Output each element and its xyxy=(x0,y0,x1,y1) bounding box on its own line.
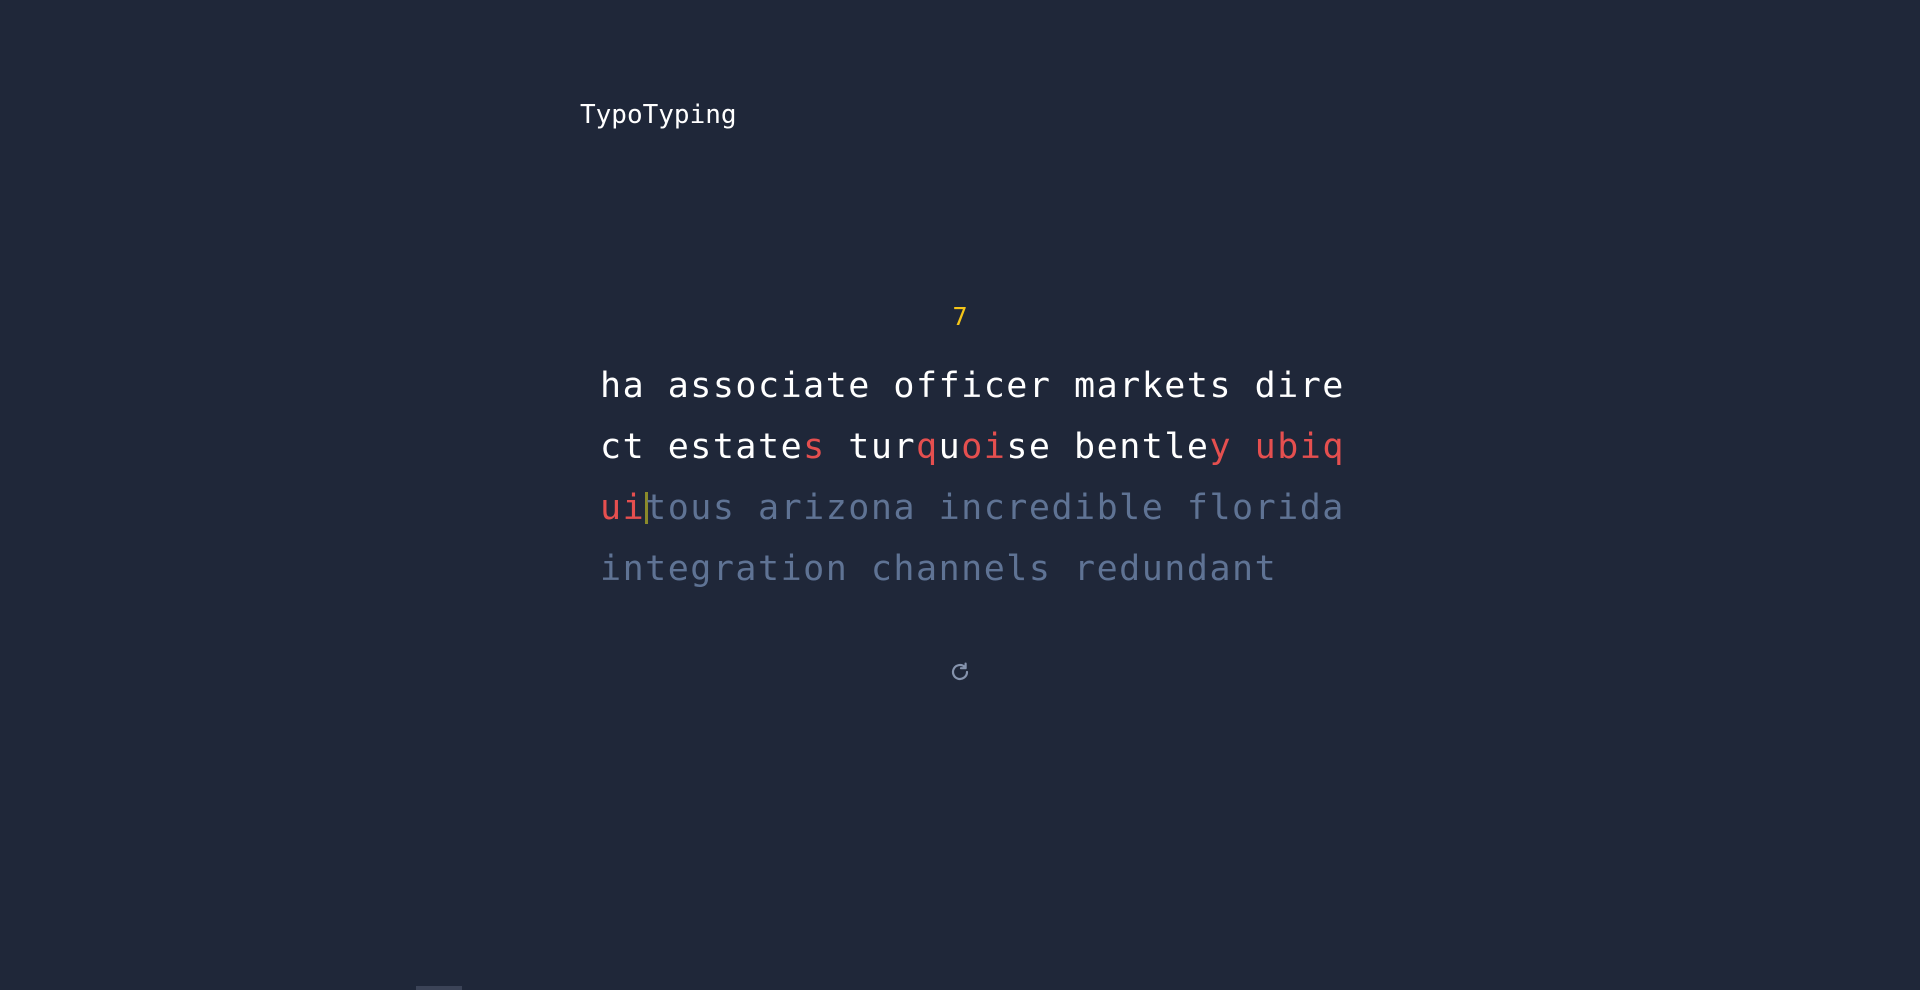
correct-text: u xyxy=(938,427,962,467)
pending-text: tous arizona incredible florida xyxy=(645,488,1345,528)
refresh-icon[interactable] xyxy=(948,660,972,684)
text-line: integration channels redundant xyxy=(600,539,1340,600)
correct-text: ct estate xyxy=(600,427,804,467)
app-logo[interactable]: TypoTyping xyxy=(580,100,737,130)
correct-text: ha associate officer markets dire xyxy=(600,366,1345,406)
scroll-indicator xyxy=(416,986,462,990)
pending-text: integration channels redundant xyxy=(600,549,1278,589)
wrong-text: y ubiq xyxy=(1209,427,1345,467)
wrong-text: ui xyxy=(600,488,646,528)
wrong-text: q xyxy=(916,427,939,467)
text-line: ha associate officer markets dire xyxy=(600,356,1343,417)
typing-text-area[interactable]: ha associate officer markets dire ct esta… xyxy=(600,356,1343,600)
word-counter: 7 xyxy=(952,302,968,331)
text-line: ct estates turquoise bentley ubiq xyxy=(600,417,1343,478)
text-line: uitous arizona incredible florida xyxy=(600,478,1343,539)
correct-text: tur xyxy=(825,427,917,467)
wrong-text: oi xyxy=(961,427,1007,467)
wrong-text: s xyxy=(803,427,826,467)
correct-text: se bentle xyxy=(1006,427,1210,467)
